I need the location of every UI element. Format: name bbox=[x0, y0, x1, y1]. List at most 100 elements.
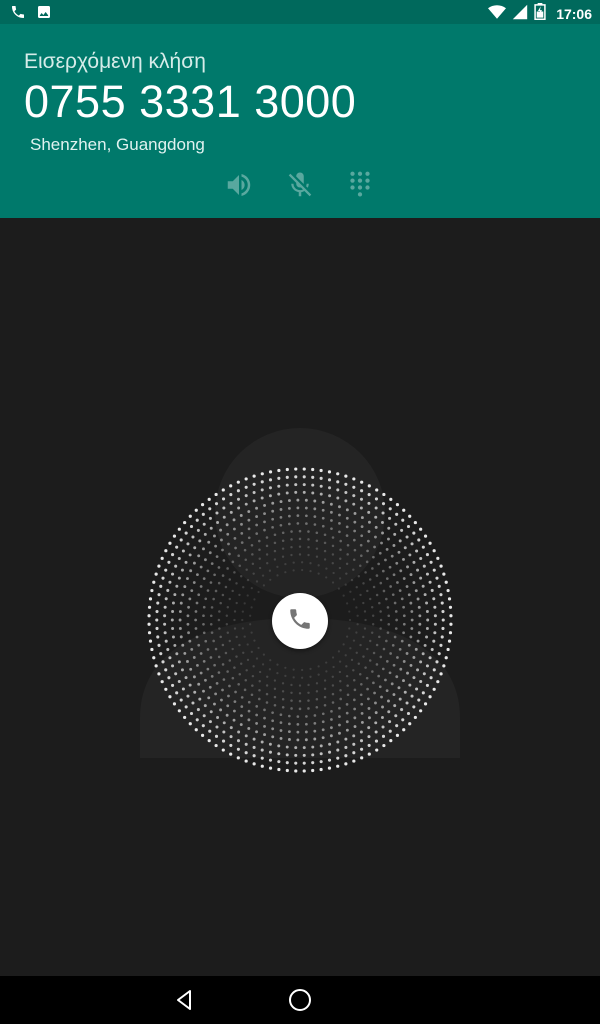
glow-dot bbox=[344, 654, 347, 657]
glow-dot bbox=[393, 704, 397, 708]
glow-dot bbox=[258, 680, 261, 683]
glow-dot bbox=[425, 635, 429, 639]
glow-dot bbox=[243, 548, 247, 552]
glow-dot bbox=[412, 531, 416, 535]
glow-dot bbox=[220, 698, 223, 702]
dialpad-button[interactable] bbox=[345, 170, 375, 200]
glow-dot bbox=[222, 515, 226, 519]
glow-dot bbox=[213, 534, 216, 538]
glow-dot bbox=[388, 729, 392, 733]
glow-dot bbox=[311, 745, 315, 749]
glow-dot bbox=[360, 711, 364, 715]
glow-dot bbox=[244, 751, 248, 755]
glow-dot bbox=[279, 500, 283, 504]
glow-dot bbox=[425, 627, 429, 631]
glow-dot bbox=[164, 597, 168, 601]
glow-dot bbox=[244, 485, 248, 489]
glow-dot bbox=[233, 610, 237, 613]
glow-dot bbox=[237, 554, 240, 557]
glow-dot bbox=[394, 522, 398, 526]
glow-dot bbox=[260, 488, 264, 492]
glow-dot bbox=[400, 528, 404, 532]
glow-dot bbox=[363, 627, 367, 630]
glow-dot bbox=[226, 704, 230, 708]
glow-dot bbox=[387, 526, 391, 530]
glow-dot bbox=[187, 605, 190, 609]
glow-dot bbox=[217, 618, 221, 622]
glow-dot bbox=[338, 566, 342, 570]
glow-dot bbox=[290, 691, 293, 695]
glow-dot bbox=[425, 572, 429, 576]
glow-dot bbox=[208, 516, 212, 520]
glow-dot bbox=[375, 574, 379, 577]
glow-dot bbox=[370, 631, 374, 634]
glow-dot bbox=[222, 730, 226, 734]
glow-dot bbox=[355, 606, 358, 609]
glow-dot bbox=[380, 716, 384, 719]
glow-dot bbox=[281, 682, 285, 685]
glow-dot bbox=[215, 511, 219, 515]
glow-dot bbox=[168, 656, 172, 660]
glow-dot bbox=[186, 622, 190, 626]
glow-dot bbox=[221, 574, 225, 577]
glow-dot bbox=[247, 718, 251, 722]
glow-dot bbox=[247, 536, 251, 540]
glow-dot bbox=[222, 721, 226, 725]
glow-dot bbox=[229, 510, 233, 514]
glow-dot bbox=[258, 566, 262, 570]
glow-dot bbox=[244, 742, 248, 746]
glow-dot bbox=[189, 667, 193, 671]
glow-dot bbox=[328, 742, 332, 746]
glow-dot bbox=[243, 688, 247, 692]
glow-dot bbox=[155, 626, 159, 631]
glow-dot bbox=[418, 622, 422, 626]
glow-dot bbox=[159, 584, 163, 588]
glow-dot bbox=[246, 643, 249, 646]
battery-icon bbox=[534, 3, 546, 25]
glow-dot bbox=[243, 602, 246, 605]
glow-dot bbox=[439, 564, 443, 568]
glow-dot bbox=[258, 557, 261, 560]
glow-dot bbox=[381, 725, 385, 729]
glow-dot bbox=[367, 530, 371, 533]
glow-dot bbox=[419, 576, 423, 580]
glow-dot bbox=[366, 589, 369, 593]
glow-dot bbox=[202, 622, 205, 626]
glow-dot bbox=[389, 497, 393, 501]
glow-dot bbox=[209, 614, 213, 618]
glow-dot bbox=[285, 761, 289, 765]
glow-dot bbox=[405, 535, 409, 539]
glow-dot bbox=[360, 747, 364, 751]
glow-dot bbox=[220, 538, 223, 542]
glow-dot bbox=[446, 588, 450, 593]
glow-dot bbox=[325, 670, 328, 673]
glow-dot bbox=[419, 709, 423, 713]
glow-dot bbox=[208, 720, 212, 724]
glow-dot bbox=[360, 516, 364, 520]
glow-dot bbox=[386, 606, 390, 609]
glow-dot bbox=[255, 580, 259, 583]
glow-dot bbox=[292, 668, 295, 671]
glow-dot bbox=[298, 707, 302, 711]
glow-dot bbox=[179, 601, 183, 605]
home-button[interactable] bbox=[288, 988, 312, 1012]
glow-dot bbox=[368, 659, 372, 662]
mute-button[interactable] bbox=[285, 170, 315, 200]
glow-dot bbox=[233, 666, 236, 669]
glow-dot bbox=[315, 705, 319, 709]
glow-dot bbox=[268, 758, 273, 762]
glow-dot bbox=[271, 517, 275, 521]
back-button[interactable] bbox=[172, 988, 196, 1012]
glow-dot bbox=[225, 713, 229, 717]
speaker-button[interactable] bbox=[224, 170, 254, 200]
glow-dot bbox=[319, 767, 323, 772]
glow-dot bbox=[345, 703, 349, 706]
glow-dot bbox=[262, 653, 265, 656]
glow-dot bbox=[217, 655, 221, 659]
glow-dot bbox=[302, 490, 306, 494]
glow-dot bbox=[367, 484, 371, 488]
glow-dot bbox=[387, 699, 390, 703]
glow-dot bbox=[439, 643, 443, 647]
glow-dot bbox=[204, 678, 207, 682]
answer-call-button[interactable] bbox=[272, 593, 328, 649]
